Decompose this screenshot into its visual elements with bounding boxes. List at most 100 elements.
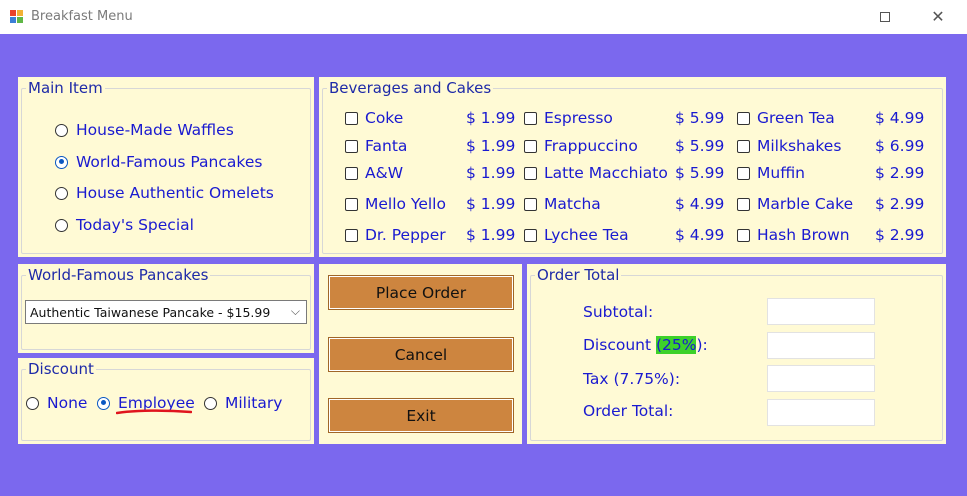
radio-button-icon bbox=[204, 396, 217, 410]
place-order-button[interactable]: Place Order bbox=[328, 275, 514, 310]
item-price: $ 1.99 bbox=[466, 226, 516, 244]
discount-label: Discount (25%): bbox=[583, 336, 708, 354]
checkbox-icon bbox=[737, 166, 750, 180]
close-icon: ✕ bbox=[931, 7, 945, 26]
radio-discount-none[interactable]: None bbox=[26, 394, 87, 412]
checkbox-hash-brown[interactable]: Hash Brown bbox=[737, 226, 850, 244]
item-price: $ 5.99 bbox=[675, 109, 725, 127]
red-annotation-underline bbox=[116, 409, 192, 415]
item-price: $ 5.99 bbox=[675, 164, 725, 182]
tax-field[interactable] bbox=[767, 365, 875, 392]
radio-todays-special[interactable]: Today's Special bbox=[55, 216, 194, 234]
item-price: $ 2.99 bbox=[875, 195, 925, 213]
radio-label: World-Famous Pancakes bbox=[76, 153, 263, 171]
checkbox-icon bbox=[737, 139, 750, 153]
item-label: Muffin bbox=[757, 164, 806, 182]
item-price: $ 1.99 bbox=[466, 164, 516, 182]
checkbox-icon bbox=[737, 197, 750, 211]
checkbox-icon bbox=[524, 139, 537, 153]
radio-button-icon bbox=[55, 123, 68, 137]
checkbox-icon bbox=[345, 228, 358, 242]
radio-discount-military[interactable]: Military bbox=[204, 394, 282, 412]
checkbox-aw[interactable]: A&W bbox=[345, 164, 403, 182]
tax-label: Tax (7.75%): bbox=[583, 370, 681, 388]
actions-panel: Place Order Cancel Exit bbox=[319, 264, 522, 444]
main-item-group: Main Item House-Made Waffles World-Famou… bbox=[18, 77, 314, 257]
item-price: $ 2.99 bbox=[875, 226, 925, 244]
item-label: Dr. Pepper bbox=[365, 226, 446, 244]
checkbox-lychee-tea[interactable]: Lychee Tea bbox=[524, 226, 629, 244]
item-label: Matcha bbox=[544, 195, 601, 213]
checkbox-fanta[interactable]: Fanta bbox=[345, 137, 407, 155]
checkbox-mello-yello[interactable]: Mello Yello bbox=[345, 195, 446, 213]
radio-button-icon bbox=[55, 186, 68, 200]
item-price: $ 1.99 bbox=[466, 109, 516, 127]
checkbox-icon bbox=[345, 197, 358, 211]
close-button[interactable]: ✕ bbox=[915, 0, 961, 34]
checkbox-icon bbox=[345, 166, 358, 180]
checkbox-milkshakes[interactable]: Milkshakes bbox=[737, 137, 841, 155]
item-label: Marble Cake bbox=[757, 195, 854, 213]
checkbox-matcha[interactable]: Matcha bbox=[524, 195, 601, 213]
item-label: Coke bbox=[365, 109, 404, 127]
checkbox-icon bbox=[524, 197, 537, 211]
beverages-title: Beverages and Cakes bbox=[327, 79, 494, 97]
window-title: Breakfast Menu bbox=[31, 9, 133, 24]
checkbox-espresso[interactable]: Espresso bbox=[524, 109, 613, 127]
item-label: Fanta bbox=[365, 137, 408, 155]
discount-pct-highlight: (25% bbox=[655, 336, 697, 354]
order-total-field[interactable] bbox=[767, 399, 875, 426]
checkbox-coke[interactable]: Coke bbox=[345, 109, 403, 127]
radio-button-selected-icon bbox=[55, 155, 68, 169]
order-total-title: Order Total bbox=[535, 266, 622, 284]
checkbox-marble-cake[interactable]: Marble Cake bbox=[737, 195, 853, 213]
item-label: Green Tea bbox=[757, 109, 835, 127]
checkbox-latte-macchiato[interactable]: Latte Macchiato bbox=[524, 164, 668, 182]
item-label: Hash Brown bbox=[757, 226, 850, 244]
chevron-down-icon: ⌵ bbox=[290, 304, 300, 318]
pancakes-title: World-Famous Pancakes bbox=[26, 266, 211, 284]
checkbox-dr-pepper[interactable]: Dr. Pepper bbox=[345, 226, 446, 244]
item-price: $ 1.99 bbox=[466, 195, 516, 213]
discount-title: Discount bbox=[26, 360, 96, 378]
radio-label: None bbox=[47, 394, 88, 412]
item-price: $ 6.99 bbox=[875, 137, 925, 155]
pancakes-group: World-Famous Pancakes Authentic Taiwanes… bbox=[18, 264, 314, 353]
checkbox-green-tea[interactable]: Green Tea bbox=[737, 109, 835, 127]
radio-pancakes[interactable]: World-Famous Pancakes bbox=[55, 153, 262, 171]
item-price: $ 5.99 bbox=[675, 137, 725, 155]
discount-label-suffix: ): bbox=[696, 336, 708, 354]
exit-button[interactable]: Exit bbox=[328, 398, 514, 433]
subtotal-label: Subtotal: bbox=[583, 303, 654, 321]
item-price: $ 2.99 bbox=[875, 164, 925, 182]
item-label: Espresso bbox=[544, 109, 613, 127]
subtotal-field[interactable] bbox=[767, 298, 875, 325]
checkbox-icon bbox=[345, 111, 358, 125]
pancake-select-value: Authentic Taiwanese Pancake - $15.99 bbox=[30, 304, 271, 320]
maximize-button[interactable] bbox=[862, 0, 908, 34]
radio-button-icon bbox=[55, 218, 68, 232]
discount-group: Discount None Employee Military bbox=[18, 358, 314, 444]
checkbox-icon bbox=[737, 111, 750, 125]
item-price: $ 1.99 bbox=[466, 137, 516, 155]
main-item-title: Main Item bbox=[26, 79, 105, 97]
checkbox-icon bbox=[345, 139, 358, 153]
checkbox-icon bbox=[524, 166, 537, 180]
radio-button-selected-icon bbox=[97, 396, 110, 410]
app-icon bbox=[10, 10, 24, 24]
item-label: Latte Macchiato bbox=[544, 164, 668, 182]
pancake-select[interactable]: Authentic Taiwanese Pancake - $15.99 ⌵ bbox=[25, 300, 307, 324]
checkbox-icon bbox=[524, 228, 537, 242]
checkbox-muffin[interactable]: Muffin bbox=[737, 164, 805, 182]
radio-label: House Authentic Omelets bbox=[76, 184, 274, 202]
checkbox-icon bbox=[737, 228, 750, 242]
radio-waffles[interactable]: House-Made Waffles bbox=[55, 121, 234, 139]
cancel-button[interactable]: Cancel bbox=[328, 337, 514, 372]
radio-omelets[interactable]: House Authentic Omelets bbox=[55, 184, 274, 202]
item-label: Mello Yello bbox=[365, 195, 446, 213]
radio-label: Military bbox=[225, 394, 283, 412]
item-label: Frappuccino bbox=[544, 137, 638, 155]
title-bar: Breakfast Menu ✕ bbox=[0, 0, 967, 34]
checkbox-frappuccino[interactable]: Frappuccino bbox=[524, 137, 638, 155]
discount-field[interactable] bbox=[767, 332, 875, 359]
